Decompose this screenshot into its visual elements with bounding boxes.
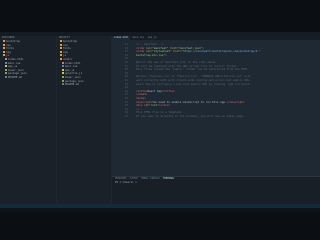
sidebar-item[interactable]: README.md (57, 83, 111, 87)
sidebar-left: EXPLORER bootstrap css fonts img js index.htm… (0, 36, 56, 204)
folder-icon (60, 57, 62, 60)
video-frame: EXPLORER bootstrap css fonts img js index.htm… (0, 0, 320, 240)
folder-icon (3, 40, 5, 42)
sidebar-item-label: js (6, 54, 10, 58)
folder-icon (3, 50, 5, 53)
json-icon (62, 79, 64, 82)
folder-icon (60, 43, 62, 46)
sidebar-item-label: bower.json (65, 75, 81, 79)
html-icon (5, 57, 7, 60)
sidebar-item-label: package.json (65, 79, 84, 83)
sidebar-item-label: fonts (6, 47, 14, 51)
json-icon (5, 72, 7, 75)
ide-screen: EXPLORER bootstrap css fonts img js index.htm… (0, 32, 320, 212)
sidebar-item-label: css (6, 43, 11, 47)
sidebar-item-label: app.js (65, 68, 75, 72)
sidebar-item-label: js (63, 54, 67, 58)
sidebar-item-label: css (63, 43, 68, 47)
terminal-output: PS C:\Users\ > (112, 181, 320, 185)
sidebar-item-label: img (63, 50, 68, 54)
sidebar-item-label: gulpfile.js (65, 72, 83, 76)
sidebar-item-label: img (6, 50, 11, 54)
folder-icon (60, 40, 62, 42)
sidebar-right: PROJECT bootstrap css fonts img js vendor inde… (57, 36, 111, 204)
taskbar (0, 208, 320, 212)
sidebar-item-label: README.md (8, 75, 23, 79)
folder-icon (60, 54, 62, 57)
json-icon (62, 75, 64, 78)
editor-tab[interactable]: index.html (112, 36, 131, 40)
folder-icon (3, 54, 5, 57)
sidebar-item-label: README.md (65, 83, 80, 87)
file-icon (5, 75, 7, 78)
terminal-tab[interactable]: DEBUG CONSOLE (141, 177, 160, 181)
folder-icon (3, 47, 5, 50)
sidebar-item-label: main.css (65, 65, 78, 69)
js-icon (5, 65, 7, 68)
sidebar-item-label: main.css (8, 61, 21, 65)
terminal-tab[interactable]: TERMINAL (163, 177, 175, 181)
folder-icon (60, 50, 62, 53)
terminal-line: PS C:\Users\ > (115, 181, 137, 184)
terminal-panel[interactable]: PROBLEMS OUTPUT DEBUG CONSOLE TERMINAL PS C… (112, 176, 320, 204)
js-icon (62, 72, 64, 75)
sidebar-left-list: bootstrap css fonts img js index.html main.css… (0, 40, 56, 80)
sidebar-right-list: bootstrap css fonts img js vendor index.html ma… (57, 40, 111, 87)
sidebar-item-label: bootstrap (6, 40, 21, 43)
html-icon (62, 61, 64, 64)
line-number: 31 (124, 113, 128, 118)
code-area[interactable]: 11 <!-- manifest --> 12 <link rel="manifest… (112, 42, 320, 119)
sidebar-item-label: package.json (8, 72, 27, 76)
file-icon (62, 83, 64, 86)
code-text: If you open it directly in the browser, … (136, 114, 245, 118)
sidebar-item-label: bootstrap (63, 40, 78, 43)
sidebar-item-label: bower.json (8, 68, 24, 72)
sidebar-item[interactable]: README.md (0, 75, 56, 80)
editor-tab[interactable]: app.js (146, 36, 159, 40)
folder-icon (3, 43, 5, 46)
editor-tab[interactable]: main.css (130, 36, 146, 40)
sidebar-item-label: fonts (63, 47, 71, 51)
sidebar-item-label: index.html (65, 61, 81, 65)
sidebar-item-label: vendor (63, 57, 73, 61)
sidebar-item-label: app.js (8, 65, 18, 69)
sidebar-item-label: index.html (8, 57, 24, 61)
code-line: 31 If you open it directly in the browser… (112, 113, 320, 119)
css-icon (62, 65, 64, 68)
js-icon (62, 68, 64, 71)
json-icon (5, 68, 7, 71)
folder-icon (60, 47, 62, 50)
css-icon (5, 61, 7, 64)
